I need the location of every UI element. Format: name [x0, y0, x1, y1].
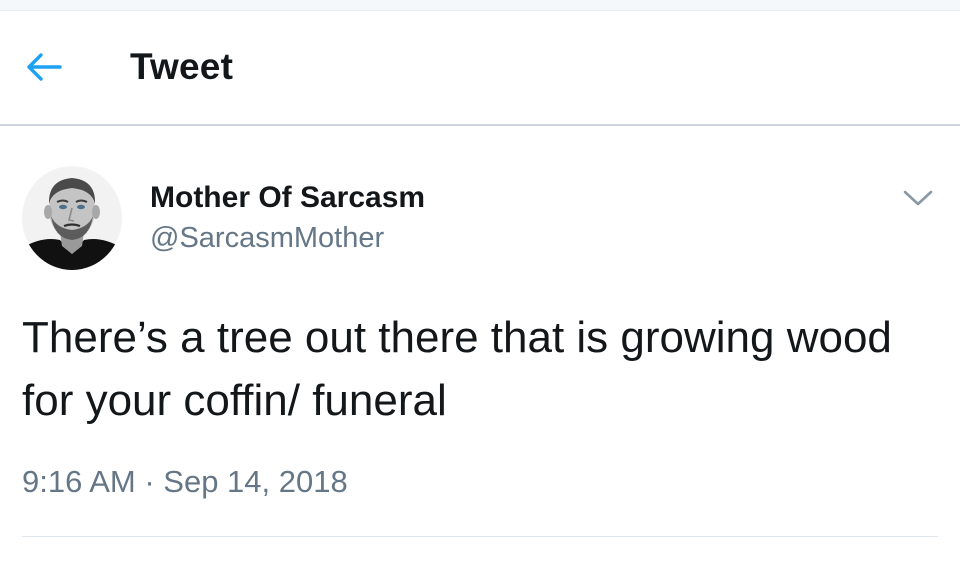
tweet-timestamp[interactable]: 9:16 AM · Sep 14, 2018: [22, 462, 348, 502]
app-header: Tweet: [0, 11, 960, 126]
top-edge: [0, 0, 960, 11]
chevron-down-icon: [903, 190, 933, 206]
author-handle[interactable]: @SarcasmMother: [150, 218, 425, 258]
back-button[interactable]: [20, 47, 68, 87]
tweet-card: Mother Of Sarcasm @SarcasmMother There’s…: [0, 126, 960, 563]
author-block[interactable]: Mother Of Sarcasm @SarcasmMother: [150, 178, 425, 258]
profile-photo: [22, 166, 122, 270]
divider: [22, 536, 938, 537]
avatar[interactable]: [22, 166, 122, 270]
author-name[interactable]: Mother Of Sarcasm: [150, 178, 425, 218]
arrow-left-icon: [27, 53, 62, 81]
tweet-menu-button[interactable]: [898, 181, 938, 215]
tweet-text: There’s a tree out there that is growing…: [22, 313, 892, 425]
page-title: Tweet: [130, 46, 234, 87]
